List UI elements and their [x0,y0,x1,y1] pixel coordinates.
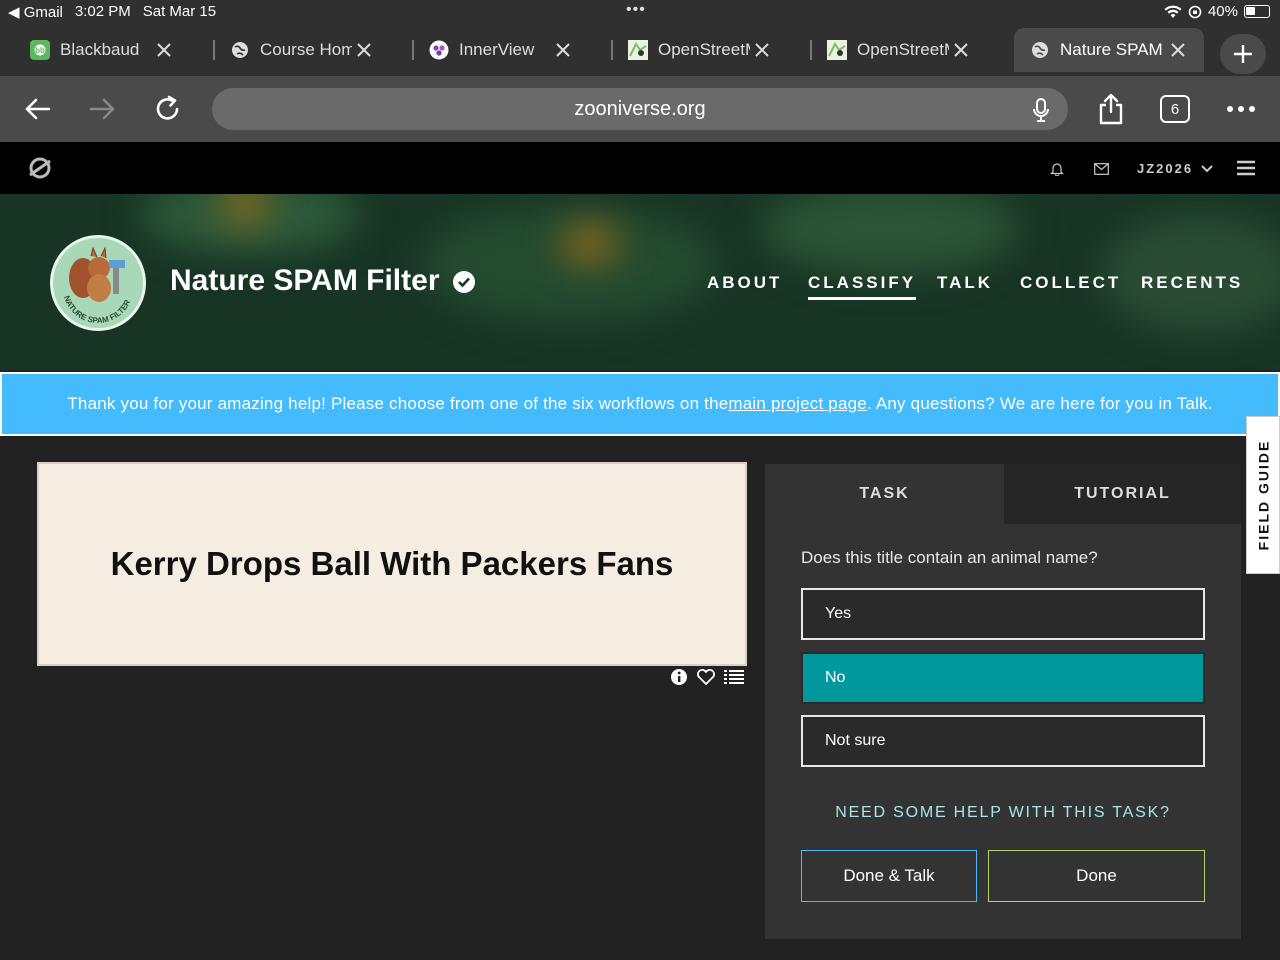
chevron-down-icon [1201,165,1213,173]
browser-tab-nature-spam[interactable]: Nature SPAM [1014,28,1204,72]
more-options-icon[interactable] [1224,92,1258,126]
browser-toolbar: zooniverse.org 6 [0,76,1280,142]
field-guide-label: FIELD GUIDE [1255,439,1272,551]
browser-tab-blackbaud[interactable]: bb Blackbaud [0,28,190,72]
announcement-banner: Thank you for your amazing help! Please … [0,372,1280,436]
subject-text: Kerry Drops Ball With Packers Fans [110,545,674,582]
microphone-icon[interactable] [1032,98,1050,128]
nav-classify[interactable]: CLASSIFY [808,273,917,300]
verified-badge-icon [453,271,475,293]
info-icon[interactable] [670,668,688,686]
close-tab-icon[interactable] [1166,38,1190,62]
wifi-icon [1164,5,1182,18]
banner-text-before: Thank you for your amazing help! Please … [67,394,729,413]
back-icon[interactable] [20,92,54,126]
field-guide-tab[interactable]: FIELD GUIDE [1246,416,1280,574]
answer-yes[interactable]: Yes [801,588,1205,640]
battery-icon [1244,5,1270,18]
done-button[interactable]: Done [988,850,1205,902]
zooniverse-logo-icon[interactable] [27,155,53,181]
nav-about[interactable]: ABOUT [707,273,782,293]
browser-tab-innerview[interactable]: InnerView [399,28,589,72]
project-title[interactable]: Nature SPAM Filter [170,264,440,298]
multitasking-dots-icon[interactable]: ••• [626,1,646,19]
banner-text-after: . Any questions? We are here for you in … [866,394,1213,413]
blackbaud-icon: bb [30,40,50,60]
nav-recents[interactable]: RECENTS [1141,273,1243,293]
plus-icon [1234,45,1252,63]
close-tab-icon[interactable] [551,38,575,62]
bell-icon[interactable] [1050,162,1064,176]
globe-icon [230,40,250,60]
forward-icon[interactable] [86,92,120,126]
browser-tab-openstreetmap-2[interactable]: OpenStreetM [797,28,987,72]
close-tab-icon[interactable] [750,38,774,62]
openstreetmap-icon [827,40,847,60]
nav-talk[interactable]: TALK [937,273,993,293]
svg-text:bb: bb [35,46,45,55]
zooniverse-header: JZ2026 [0,142,1280,194]
answer-not-sure[interactable]: Not sure [801,715,1205,767]
mail-icon[interactable] [1094,163,1109,175]
status-time: 3:02 PM [74,3,131,20]
subject-metadata-toolbar [670,668,744,686]
project-avatar[interactable]: NATURE SPAM FILTER [50,235,146,331]
status-date: Sat Mar 15 [142,3,217,20]
innerview-icon [429,40,449,60]
nav-collect[interactable]: COLLECT [1020,273,1121,293]
browser-tab-strip: bb Blackbaud Course Home InnerView OpenS… [0,24,1280,76]
task-help-link[interactable]: NEED SOME HELP WITH THIS TASK? [801,804,1205,822]
tab-count-button[interactable]: 6 [1160,95,1190,123]
status-bar: ◀ Gmail 3:02 PM Sat Mar 15 ••• 40% [0,0,1280,24]
task-panel: TASK TUTORIAL Does this title contain an… [765,464,1241,939]
answer-no[interactable]: No [801,652,1205,704]
close-tab-icon[interactable] [949,38,973,62]
done-and-talk-button[interactable]: Done & Talk [801,850,977,902]
battery-percent: 40% [1207,3,1238,20]
orientation-lock-icon [1188,5,1202,18]
browser-tab-course-home[interactable]: Course Home [200,28,390,72]
new-tab-button[interactable] [1220,34,1266,74]
close-tab-icon[interactable] [352,38,376,62]
main-project-page-link[interactable]: main project page [728,394,867,414]
username: JZ2026 [1137,161,1194,176]
share-icon[interactable] [1094,92,1128,126]
url-text: zooniverse.org [574,97,706,120]
task-question: Does this title contain an animal name? [801,548,1098,567]
openstreetmap-icon [628,40,648,60]
project-hero: NATURE SPAM FILTER Nature SPAM Filter AB… [0,194,1280,370]
hamburger-menu-icon[interactable] [1237,160,1255,176]
address-bar[interactable]: zooniverse.org [212,88,1068,130]
reload-icon[interactable] [151,92,185,126]
favorite-heart-icon[interactable] [696,668,716,686]
collections-list-icon[interactable] [724,668,744,686]
tab-tutorial[interactable]: TUTORIAL [1004,464,1241,524]
globe-icon [1030,40,1050,60]
user-menu[interactable]: JZ2026 [1137,161,1213,176]
back-to-app[interactable]: ◀ Gmail [8,3,63,21]
close-tab-icon[interactable] [152,38,176,62]
tab-task[interactable]: TASK [765,464,1004,524]
browser-tab-openstreetmap-1[interactable]: OpenStreetM [598,28,788,72]
subject-image[interactable]: Kerry Drops Ball With Packers Fans [37,462,747,666]
